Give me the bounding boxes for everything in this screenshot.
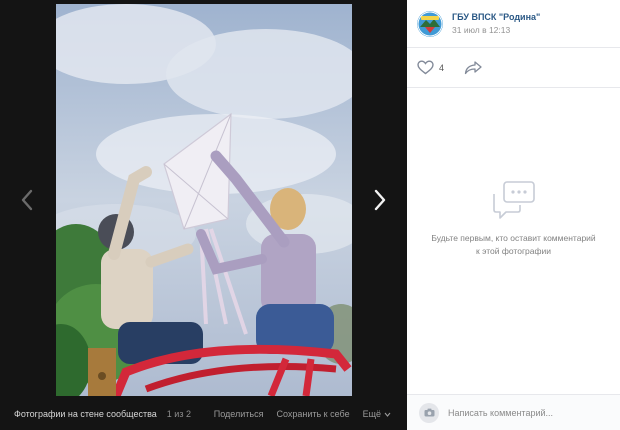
photo-image <box>56 4 352 396</box>
comment-input[interactable] <box>448 407 608 418</box>
photo-viewer: Фотографии на стене сообщества 1 из 2 По… <box>0 0 407 430</box>
album-label[interactable]: Фотографии на стене сообщества <box>14 409 157 419</box>
photo[interactable] <box>56 4 352 396</box>
post-header: ГБУ ВПСК "Родина" 31 июл в 12:13 <box>407 0 620 48</box>
camera-icon <box>424 408 434 417</box>
community-avatar[interactable] <box>417 10 443 37</box>
post-panel: ГБУ ВПСК "Родина" 31 июл в 12:13 4 Будьт… <box>407 0 620 430</box>
community-name-link[interactable]: ГБУ ВПСК "Родина" <box>452 12 540 22</box>
share-photo-link[interactable]: Поделиться <box>214 409 264 419</box>
empty-comments: Будьте первым, кто оставит комментарий к… <box>407 180 620 258</box>
like-count: 4 <box>439 62 445 73</box>
like-button[interactable]: 4 <box>417 60 444 75</box>
share-button[interactable] <box>464 60 482 75</box>
chevron-down-icon <box>384 412 391 417</box>
viewer-bottom-bar: Фотографии на стене сообщества 1 из 2 По… <box>0 398 407 430</box>
more-menu-button[interactable]: Ещё <box>363 409 391 419</box>
attach-photo-button[interactable] <box>419 402 439 423</box>
prev-photo-button[interactable] <box>12 184 42 216</box>
comments-bubble-icon <box>492 181 535 219</box>
comment-composer <box>407 394 620 430</box>
viewer-actions: Поделиться Сохранить к себе Ещё <box>214 409 407 419</box>
share-arrow-icon <box>464 61 482 75</box>
post-date[interactable]: 31 июл в 12:13 <box>452 25 540 35</box>
chevron-left-icon <box>21 189 33 211</box>
heart-icon <box>417 60 434 75</box>
more-label: Ещё <box>362 409 381 419</box>
photo-counter: 1 из 2 <box>166 409 191 419</box>
empty-comments-text: Будьте первым, кто оставит комментарий к… <box>431 233 596 256</box>
post-owner: ГБУ ВПСК "Родина" 31 июл в 12:13 <box>452 12 540 35</box>
chevron-right-icon <box>374 189 386 211</box>
community-logo-icon <box>417 10 443 37</box>
next-photo-button[interactable] <box>365 184 395 216</box>
save-photo-link[interactable]: Сохранить к себе <box>276 409 349 419</box>
post-actions: 4 <box>407 48 620 88</box>
